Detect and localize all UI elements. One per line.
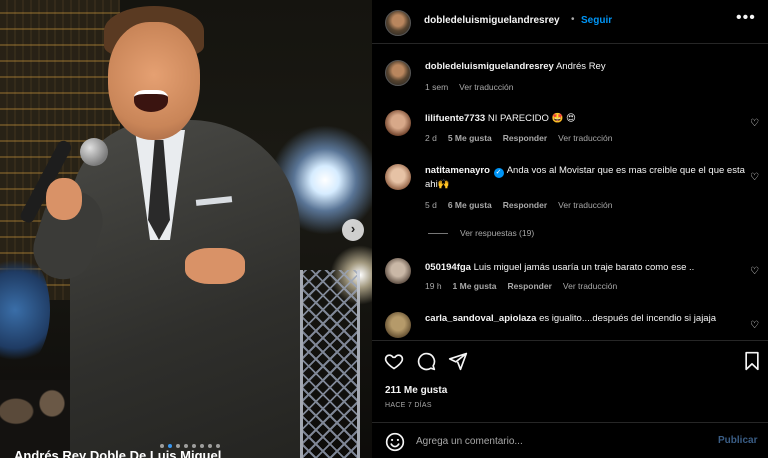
media-caption-overlay: Andrés Rey Doble De Luis Miguel [14,448,222,458]
stage-truss [300,270,360,458]
view-replies-label[interactable]: Ver respuestas (19) [460,228,534,238]
comment-username[interactable]: lilifuente7733 [425,113,485,124]
carousel-dot [208,444,212,448]
caption-text: Andrés Rey [555,61,606,72]
carousel-next-button[interactable]: › [342,219,364,241]
commenter-avatar[interactable] [385,312,411,338]
commenter-avatar[interactable] [385,164,411,190]
post-panel: dobledeluismiguelandresrey • Seguir ••• … [372,0,768,458]
emoji-icon[interactable] [385,432,405,452]
comment-username[interactable]: carla_sandoval_apiolaza [425,313,536,324]
singer-hand [46,178,82,220]
comment-likes[interactable]: 1 Me gusta [453,281,497,291]
likes-count[interactable]: 211 Me gusta [385,385,447,396]
comment-composer: Publicar [372,422,768,458]
post-media[interactable]: Andrés Rey Doble De Luis Miguel › [0,0,372,458]
reply-button[interactable]: Responder [503,200,547,210]
more-options-icon[interactable]: ••• [736,9,756,27]
comment-username[interactable]: natitamenayro [425,165,490,176]
action-bar: 211 Me gusta HACE 7 DÍAS [372,340,768,430]
commenter-avatar[interactable] [385,110,411,136]
comment-like-heart-icon[interactable]: ♡ [750,266,759,277]
comment-icon[interactable] [416,351,436,371]
singer-head [108,22,200,140]
replies-line [428,232,448,234]
author-avatar[interactable] [385,10,411,36]
microphone-icon [80,138,108,166]
carousel-dot [176,444,180,448]
comments-list[interactable]: dobledeluismiguelandresrey Andrés Rey 1 … [372,44,768,338]
post-date[interactable]: HACE 7 DÍAS [385,402,432,409]
commenter-avatar[interactable] [385,258,411,284]
heart-icon[interactable] [384,351,404,371]
carousel-dots [160,444,220,448]
bookmark-icon[interactable] [742,351,762,371]
comment-input[interactable] [416,431,706,451]
separator-dot: • [571,14,575,25]
caption-author-avatar[interactable] [385,60,411,86]
comment-text: es igualito....después del incendio si j… [539,313,716,324]
reply-button[interactable]: Responder [507,281,551,291]
comment-like-heart-icon[interactable]: ♡ [750,320,759,331]
comment-text: Luis miguel jamás usaría un traje barato… [473,262,695,273]
translate-link[interactable]: Ver traducción [558,133,612,143]
comment-username[interactable]: 050194fga [425,262,471,273]
carousel-dot [216,444,220,448]
comment-likes[interactable]: 6 Me gusta [448,200,492,210]
singer-suit [70,120,300,458]
share-icon[interactable] [448,351,468,371]
singer-mouth [134,90,168,112]
caption-time[interactable]: 1 sem [425,82,448,92]
carousel-dot [200,444,204,448]
follow-button[interactable]: Seguir [581,15,612,26]
carousel-dot [192,444,196,448]
comment-time[interactable]: 19 h [425,281,442,291]
translate-link[interactable]: Ver traducción [558,200,612,210]
crowd [0,380,80,458]
carousel-dot [184,444,188,448]
view-replies-button[interactable]: Ver respuestas (19) [428,228,534,238]
chevron-right-icon: › [350,221,356,236]
caption-username[interactable]: dobledeluismiguelandresrey [425,61,554,72]
carousel-dot [160,444,164,448]
comment-time[interactable]: 2 d [425,133,437,143]
post-comment-button[interactable]: Publicar [718,435,757,446]
comment-like-heart-icon[interactable]: ♡ [750,118,759,129]
translate-link[interactable]: Ver traducción [563,281,617,291]
author-username[interactable]: dobledeluismiguelandresrey [424,15,560,26]
singer-hand-right [185,248,245,284]
post-header: dobledeluismiguelandresrey • Seguir ••• [372,0,768,44]
comment-likes[interactable]: 5 Me gusta [448,133,492,143]
reply-button[interactable]: Responder [503,133,547,143]
caption-translate-link[interactable]: Ver traducción [459,82,513,92]
comment-time[interactable]: 5 d [425,200,437,210]
carousel-dot [168,444,172,448]
comment-text: NI PARECIDO 🤩 😍 [487,113,576,124]
comment-like-heart-icon[interactable]: ♡ [750,172,759,183]
verified-badge-icon: ✓ [493,168,504,178]
